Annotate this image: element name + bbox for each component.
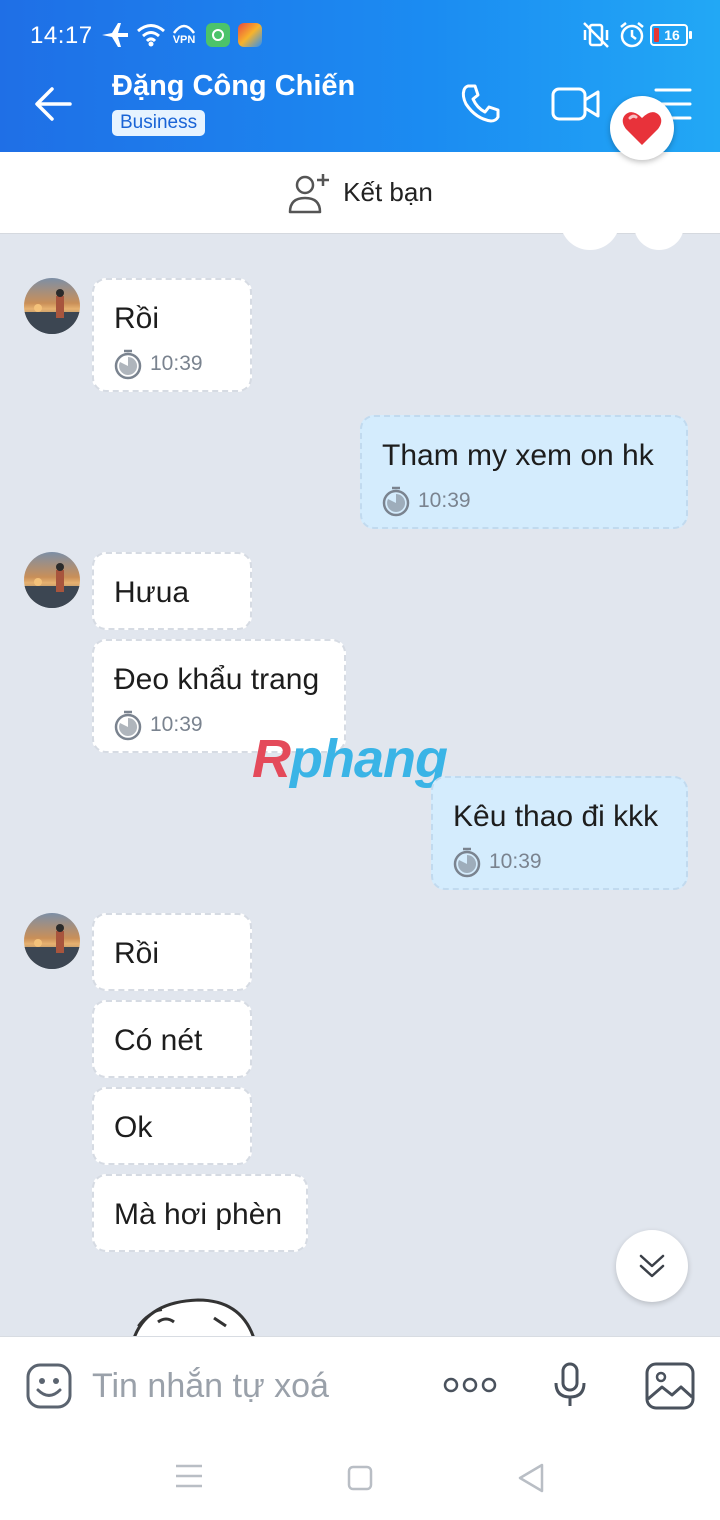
message-text: Mà hơi phèn [114,1198,283,1231]
more-icon [443,1377,497,1393]
message-bubble-outgoing[interactable]: Kêu thao đi kkk 10:39 [431,776,688,890]
message-text: Rồi [114,302,160,335]
status-bar: 14:17 VPN 16 [0,0,720,56]
back-icon [518,1463,544,1493]
message-bubble-outgoing[interactable]: Tham my xem on hk 10:39 [360,415,688,529]
message-meta: 10:39 [451,846,542,878]
message-bubble-incoming[interactable]: Có nét [92,1000,252,1078]
system-nav-bar [0,1436,720,1520]
message-time: 10:39 [418,489,471,512]
self-destruct-timer-icon [382,486,410,517]
phone-icon [461,84,500,123]
message-text: Rồi [114,937,160,970]
avatar[interactable] [24,913,80,969]
business-badge: Business [112,110,206,136]
heart-icon [622,112,662,145]
battery-level: 16 [664,27,680,43]
send-image-button[interactable] [644,1361,696,1416]
self-destruct-timer-icon [453,847,481,878]
message-input[interactable]: Tin nhắn tự xoá [92,1367,329,1406]
app-icon [238,20,262,50]
message-bubble-incoming[interactable]: Rồi 10:39 [92,278,252,392]
message-bubble-incoming[interactable]: Ok [92,1087,252,1165]
vpn-icon: VPN [172,22,196,52]
wifi-icon [136,20,166,50]
floating-heart-button[interactable] [610,96,674,160]
video-call-button[interactable] [550,84,602,129]
home-button[interactable] [346,1464,374,1497]
message-time: 10:39 [150,713,203,736]
reaction-chip[interactable] [634,218,684,250]
recents-icon [176,1464,202,1488]
status-time: 14:17 [30,22,93,49]
home-icon [347,1465,373,1491]
emoji-button[interactable] [24,1361,74,1416]
message-text: Tham my xem on hk [382,439,654,472]
message-text: Ok [114,1111,153,1144]
sticker-image[interactable] [118,1296,268,1336]
message-time: 10:39 [150,352,203,375]
scroll-to-bottom-button[interactable] [616,1230,688,1302]
message-text: Đeo khẩu trang [114,663,320,696]
airplane-icon [100,20,130,50]
self-destruct-timer-icon [114,349,142,380]
avatar[interactable] [24,552,80,608]
message-time: 10:39 [489,850,542,873]
video-call-icon [551,87,600,121]
message-meta: 10:39 [112,709,203,741]
vibrate-off-icon [580,20,612,50]
recents-button[interactable] [174,1462,204,1495]
add-friend-icon [288,173,330,213]
avatar[interactable] [24,278,80,334]
reaction-chip[interactable] [560,218,620,250]
message-text: Kêu thao đi kkk [453,800,659,833]
message-bubble-incoming[interactable]: Mà hơi phèn [92,1174,308,1252]
message-bubble-incoming[interactable]: Hưua [92,552,252,630]
alarm-icon [618,20,646,50]
emoji-icon [26,1363,72,1409]
image-icon [645,1362,695,1410]
back-arrow-icon [35,87,72,121]
message-meta: 10:39 [112,348,203,380]
vpn-label: VPN [172,34,196,46]
microphone-icon [554,1362,586,1406]
message-text: Hưua [114,576,190,609]
message-composer: Tin nhắn tự xoá [0,1336,720,1436]
add-friend-label: Kết bạn [343,177,433,207]
app-icon [206,20,230,50]
nav-back-button[interactable] [516,1462,546,1499]
more-options-button[interactable] [442,1373,498,1402]
message-text: Có nét [114,1024,203,1057]
call-button[interactable] [458,80,504,131]
self-destruct-timer-icon [114,710,142,741]
chevron-double-down-icon [639,1254,665,1278]
message-bubble-incoming[interactable]: Rồi [92,913,252,991]
contact-name[interactable]: Đặng Công Chiến [112,70,355,103]
back-button[interactable] [30,82,80,126]
voice-record-button[interactable] [552,1361,588,1414]
battery-icon: 16 [650,20,692,50]
watermark-logo: Rphang [252,729,448,789]
message-meta: 10:39 [380,485,471,517]
